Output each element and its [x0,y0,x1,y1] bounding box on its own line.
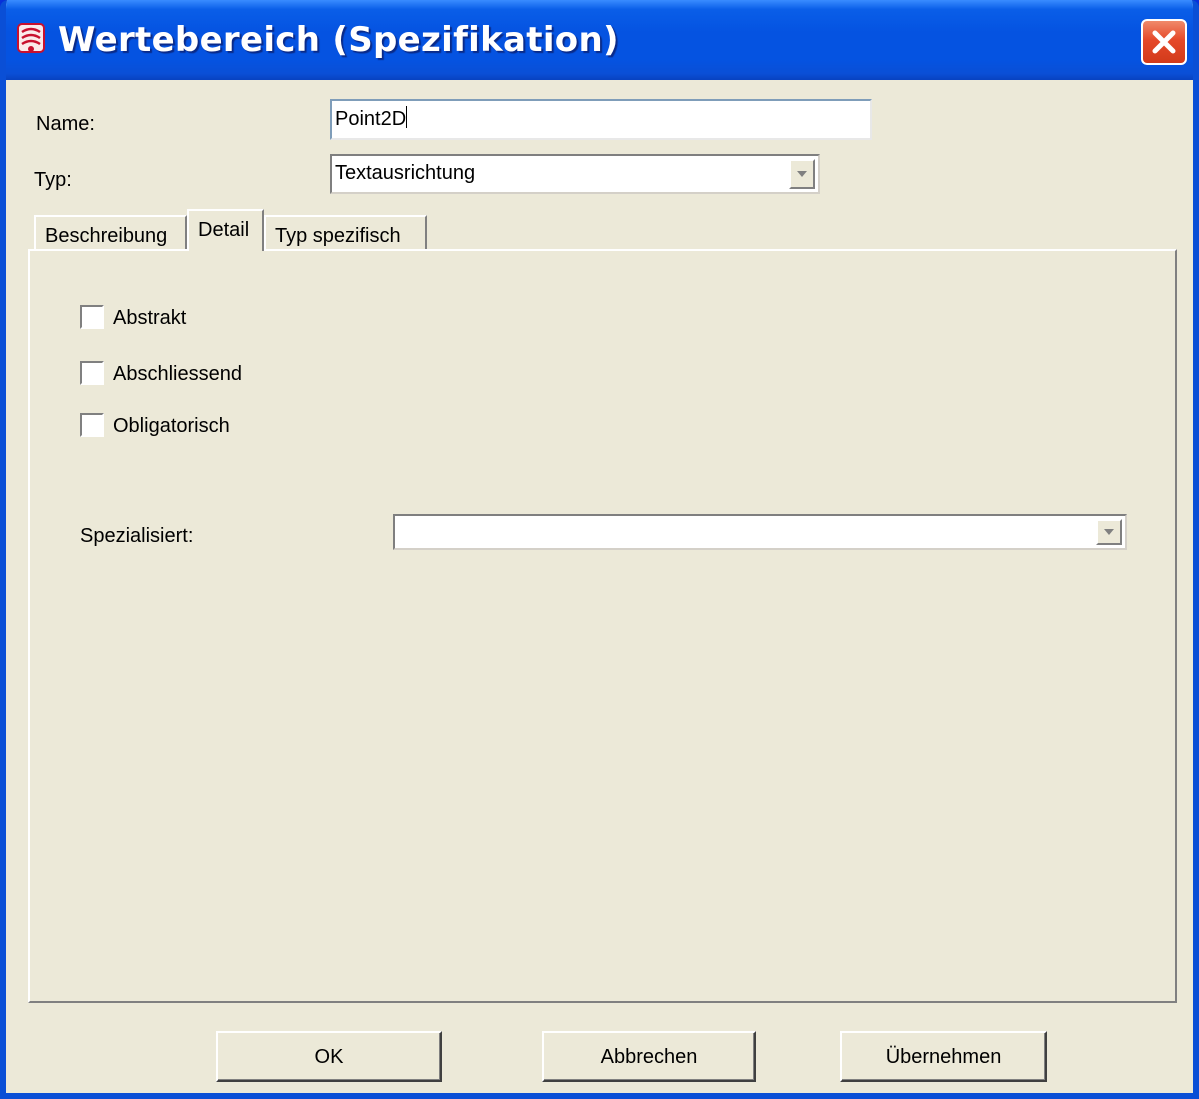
checkbox-abschliessend[interactable] [80,361,104,385]
apply-button[interactable]: Übernehmen [840,1031,1047,1082]
checkbox-abstrakt-label: Abstrakt [113,307,187,329]
type-label: Typ: [34,169,72,191]
type-dropdown-button[interactable] [789,159,815,189]
chevron-down-icon [797,171,807,177]
type-select-value: Textausrichtung [335,162,476,184]
checkbox-obligatorisch[interactable] [80,413,104,437]
specialized-select[interactable] [393,514,1127,550]
tab-detail[interactable]: Detail [187,209,264,251]
tab-label: Detail [198,219,250,241]
tab-label: Typ spezifisch [275,225,401,247]
tab-label: Beschreibung [45,225,168,247]
close-icon [1152,30,1176,54]
text-caret [406,106,408,128]
name-input[interactable]: Point2D [330,99,872,140]
close-button[interactable] [1141,19,1187,65]
chevron-down-icon [1104,529,1114,535]
specialized-dropdown-button[interactable] [1096,519,1122,545]
dialog-window: Wertebereich (Spezifikation) Name: Point… [0,0,1199,1099]
checkbox-abschliessend-label: Abschliessend [113,363,242,385]
name-value: Point2D [335,108,407,130]
type-select[interactable]: Textausrichtung [330,154,820,194]
name-label: Name: [36,113,95,135]
tab-typ-spezifisch[interactable]: Typ spezifisch [264,215,427,249]
title-bar[interactable]: Wertebereich (Spezifikation) [6,0,1193,80]
checkbox-obligatorisch-label: Obligatorisch [113,415,230,437]
cancel-button[interactable]: Abbrechen [542,1031,756,1082]
ok-button[interactable]: OK [216,1031,442,1082]
window-title: Wertebereich (Spezifikation) [58,20,619,60]
app-icon [14,20,48,56]
checkbox-abstrakt[interactable] [80,305,104,329]
specialized-label: Spezialisiert: [80,525,194,547]
tab-beschreibung[interactable]: Beschreibung [34,215,187,249]
